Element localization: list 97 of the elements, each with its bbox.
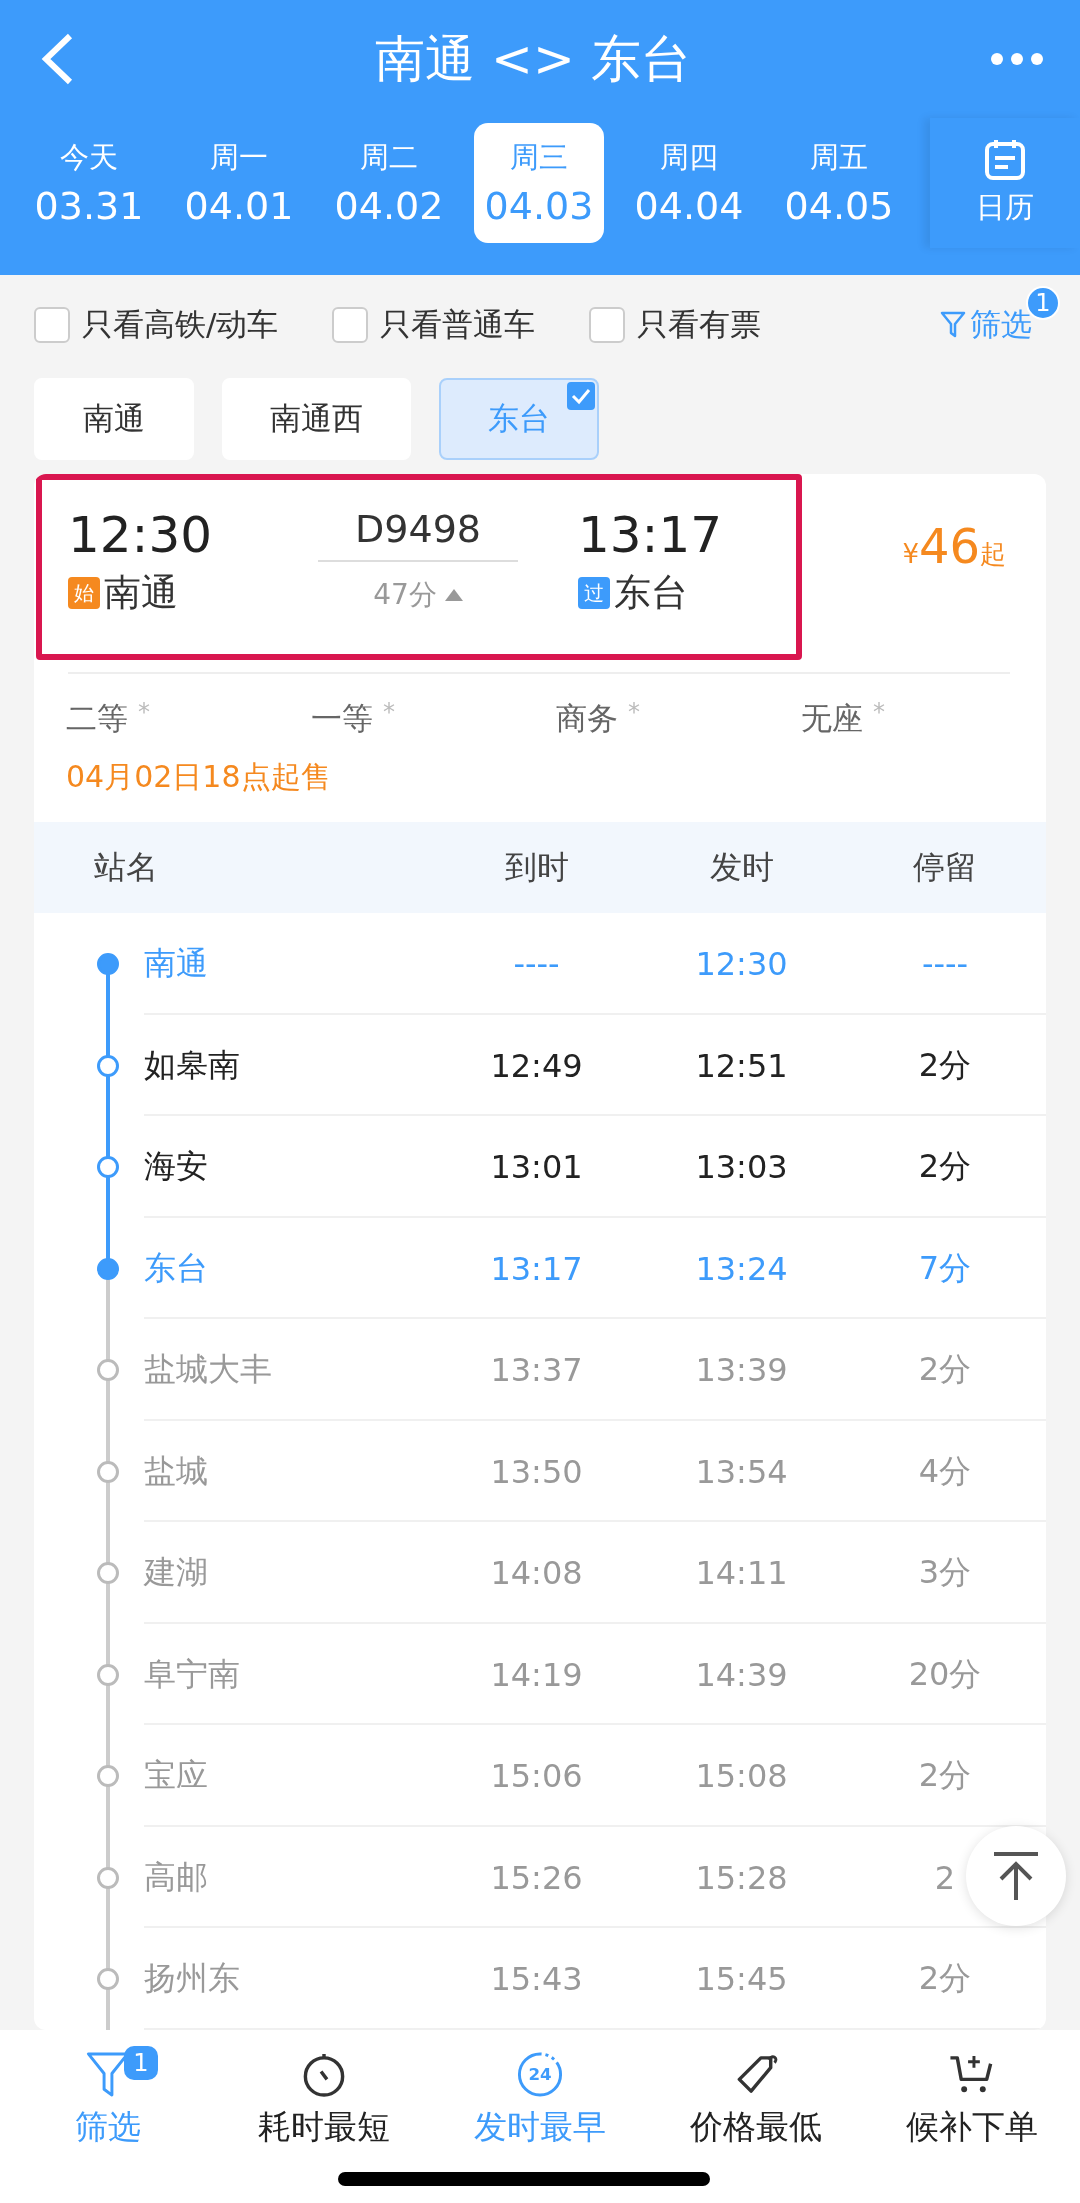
page-title: 南通 <> 东台	[375, 28, 691, 90]
stop-dot	[97, 1257, 119, 1280]
seat-class: 商务 *	[556, 697, 641, 738]
arrive-time: 12:49	[490, 1046, 583, 1085]
clock-24-icon: 24	[515, 2050, 565, 2099]
depart-time: 15:28	[695, 1858, 788, 1897]
station-chip[interactable]: 南通	[34, 378, 194, 460]
station-name: 扬州东	[144, 1958, 241, 2000]
station-name: 盐城	[144, 1450, 209, 1492]
depart-time: 13:39	[695, 1351, 788, 1390]
stay-time: ----	[921, 945, 969, 984]
column-header: 发时	[709, 846, 774, 888]
stop-dot	[97, 1866, 119, 1889]
depart-time: 12:30	[68, 510, 213, 560]
arrive-time: 13:01	[490, 1148, 583, 1187]
date-tab[interactable]: 周二 04.02	[324, 123, 454, 243]
column-header: 停留	[913, 846, 977, 888]
train-number: D9498	[355, 510, 481, 548]
arrive-time: 13:37	[490, 1351, 583, 1390]
station-name: 南通	[144, 943, 209, 985]
sort-tab[interactable]: 价格最低	[648, 2050, 864, 2150]
check-icon	[567, 382, 595, 410]
date-tab[interactable]: 周一 04.01	[174, 123, 304, 243]
station-name: 盐城大丰	[144, 1349, 273, 1391]
count-badge: 1	[124, 2046, 158, 2080]
arrive-station: 过 东台	[578, 574, 688, 611]
stay-time: 2分	[918, 1146, 972, 1188]
triangle-up-icon	[444, 589, 463, 601]
date-tab[interactable]: 周五 04.05	[774, 123, 904, 243]
station-chip[interactable]: 东台	[439, 378, 599, 460]
date-tab[interactable]: 今天 03.31	[24, 123, 154, 243]
depart-time: 15:08	[695, 1757, 788, 1796]
depart-time: 13:54	[695, 1452, 788, 1491]
arrive-time: 15:26	[490, 1858, 583, 1897]
arrive-time: 15:06	[490, 1757, 583, 1796]
duration-toggle[interactable]: 47分	[373, 576, 463, 614]
filter-checkbox[interactable]: 只看普通车	[332, 304, 536, 346]
stop-dot	[97, 1968, 119, 1991]
stop-dot	[97, 1054, 119, 1077]
sale-notice: 04月02日18点起售	[65, 758, 332, 797]
stop-dot	[97, 1765, 119, 1788]
arrive-time: 13:17	[490, 1249, 583, 1288]
price: ¥46起	[902, 518, 1007, 574]
sort-tab[interactable]: 耗时最短	[216, 2050, 432, 2150]
seat-class: 二等 *	[66, 697, 151, 738]
stay-time: 2分	[918, 1755, 972, 1797]
arrive-time: 14:19	[490, 1655, 583, 1694]
arrive-time: 13:17	[578, 510, 723, 560]
stay-time: 4分	[918, 1450, 972, 1492]
column-header: 到时	[504, 846, 569, 888]
arrive-time: 13:50	[490, 1452, 583, 1491]
stop-dot	[97, 1460, 119, 1483]
station-chip[interactable]: 南通西	[222, 378, 411, 460]
arrive-time: ----	[513, 945, 560, 984]
calendar-icon	[983, 138, 1027, 182]
stop-dot	[97, 1359, 119, 1382]
depart-time: 12:51	[695, 1046, 788, 1085]
station-name: 东台	[144, 1247, 209, 1289]
stay-time: 2	[934, 1858, 956, 1897]
calendar-button[interactable]: 日历	[930, 118, 1080, 248]
sort-tab[interactable]: 候补下单	[864, 2050, 1080, 2150]
depart-station: 始 南通	[68, 574, 178, 611]
seat-class: 无座 *	[801, 697, 886, 738]
depart-time: 14:39	[695, 1655, 788, 1694]
station-name: 建湖	[144, 1552, 209, 1594]
depart-time: 13:03	[695, 1148, 788, 1187]
stop-dot	[97, 953, 119, 976]
stay-time: 7分	[918, 1247, 972, 1289]
date-tab[interactable]: 周四 04.04	[624, 123, 754, 243]
station-name: 海安	[144, 1146, 209, 1188]
seat-class: 一等 *	[311, 697, 396, 738]
depart-time: 14:11	[695, 1554, 788, 1593]
stop-dot	[97, 1562, 119, 1585]
column-header: 站名	[94, 846, 159, 888]
station-name: 如皋南	[144, 1044, 241, 1086]
station-name: 高邮	[144, 1856, 209, 1898]
depart-time: 13:24	[695, 1249, 788, 1288]
arrow-up-icon	[991, 1850, 1041, 1902]
filter-checkbox[interactable]: 只看高铁/动车	[34, 304, 279, 346]
arrive-time: 14:08	[490, 1554, 583, 1593]
depart-time: 12:30	[695, 945, 788, 984]
stay-time: 2分	[918, 1044, 972, 1086]
depart-time: 15:45	[695, 1960, 788, 1999]
arrive-time: 15:43	[490, 1960, 583, 1999]
stop-dot	[97, 1156, 119, 1179]
filter-checkbox[interactable]: 只看有票	[589, 304, 762, 346]
stay-time: 3分	[918, 1552, 972, 1594]
stay-time: 20分	[908, 1653, 982, 1695]
station-name: 宝应	[144, 1755, 209, 1797]
stay-time: 2分	[918, 1958, 972, 2000]
stop-dot	[97, 1663, 119, 1686]
filter-icon	[940, 310, 966, 340]
date-tab[interactable]: 周三 04.03	[474, 123, 604, 243]
sort-tab[interactable]: 24 发时最早	[432, 2050, 648, 2150]
station-name: 阜宁南	[144, 1653, 241, 1695]
stay-time: 2分	[918, 1349, 972, 1391]
more-button[interactable]	[990, 52, 1044, 66]
